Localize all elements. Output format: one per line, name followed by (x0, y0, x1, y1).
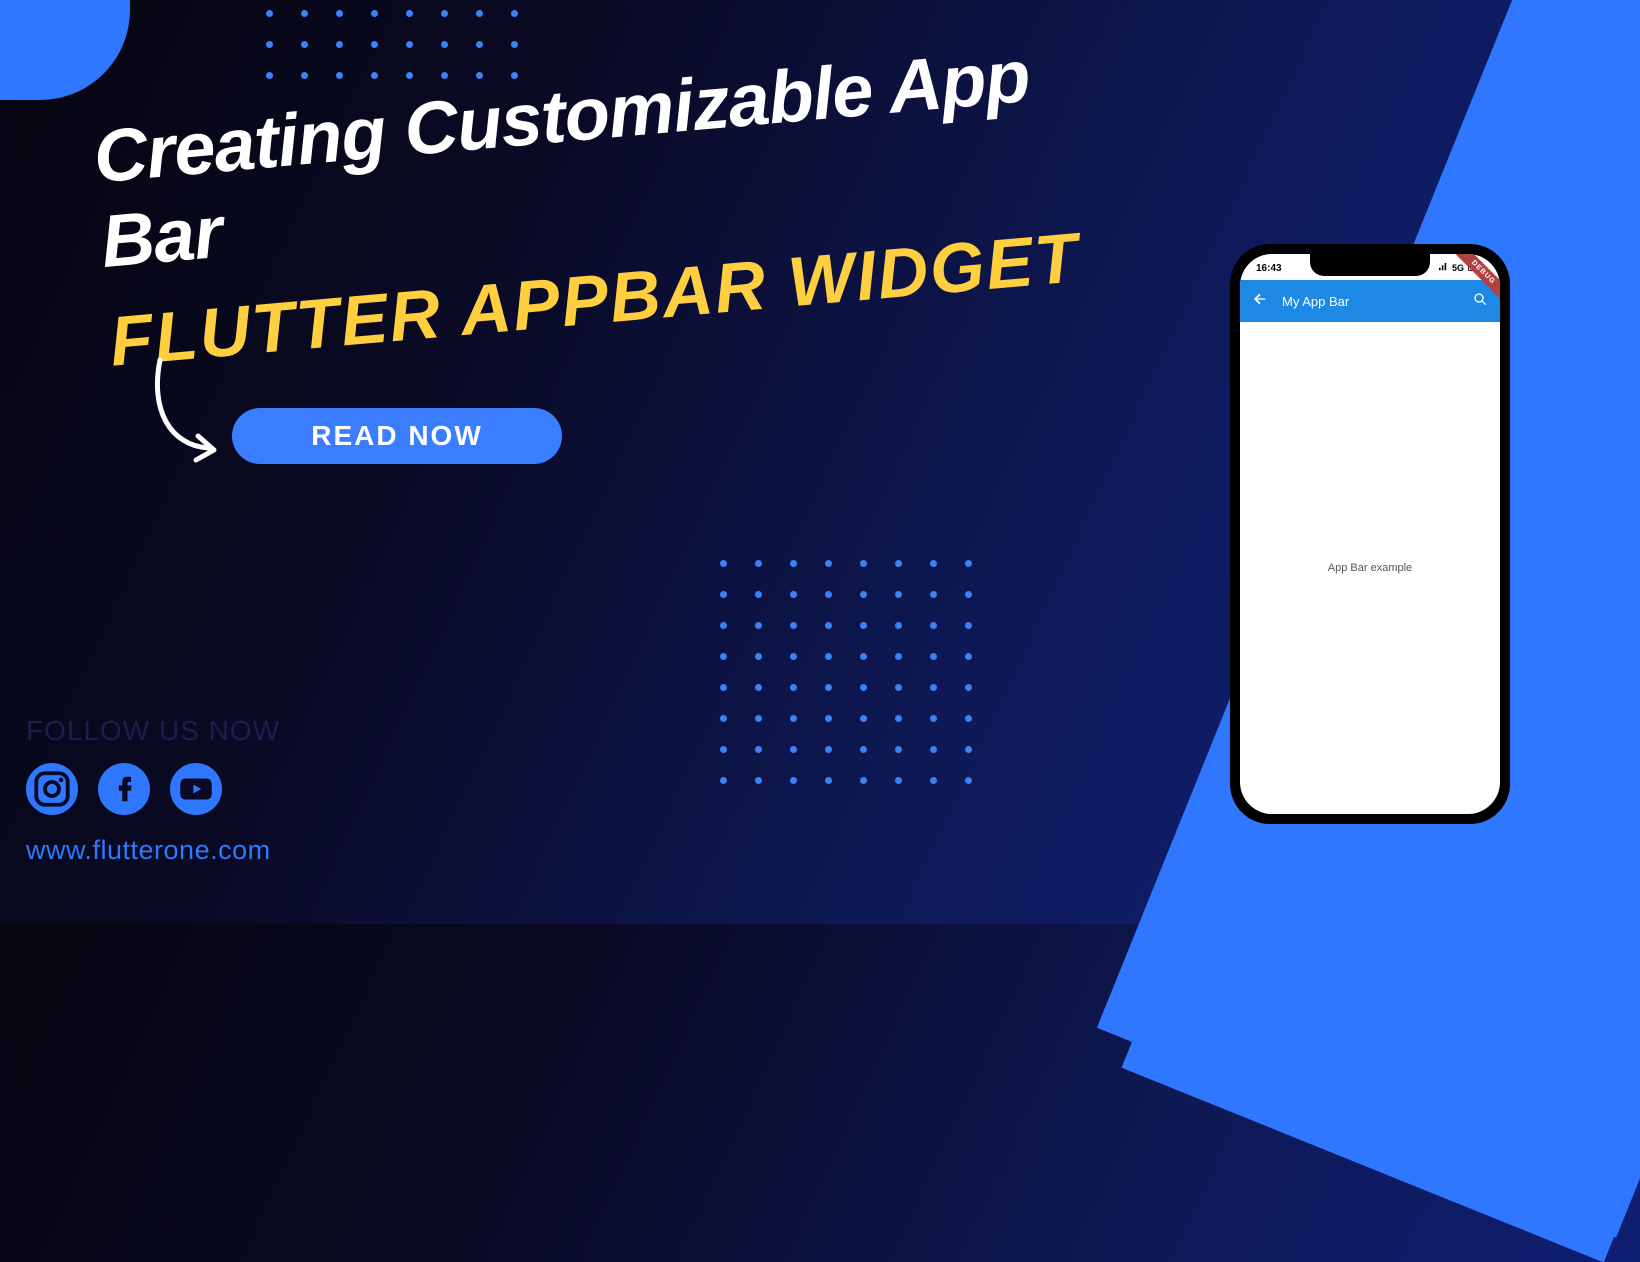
app-bar: My App Bar (1240, 280, 1500, 322)
facebook-icon (103, 768, 145, 810)
site-url[interactable]: www.flutterone.com (26, 835, 280, 866)
corner-blob (0, 0, 130, 100)
instagram-button[interactable] (26, 763, 78, 815)
back-icon[interactable] (1252, 291, 1268, 312)
status-network: 5G (1452, 263, 1464, 273)
headline-block: Creating Customizable App Bar FLUTTER AP… (90, 22, 1169, 381)
phone-body: App Bar example (1240, 322, 1500, 814)
phone-body-text: App Bar example (1328, 562, 1412, 574)
search-icon[interactable] (1472, 291, 1488, 312)
youtube-icon (175, 768, 217, 810)
status-time: 16:43 (1256, 263, 1282, 274)
follow-label: FOLLOW US NOW (26, 715, 280, 747)
read-now-button[interactable]: READ NOW (232, 408, 562, 464)
instagram-icon (31, 768, 73, 810)
dot-grid-mid (720, 560, 972, 784)
footer: FOLLOW US NOW www.flutterone.com (26, 715, 280, 866)
appbar-title: My App Bar (1282, 294, 1458, 309)
phone-mock: 16:43 5G My App Bar DEBUG App Bar exam (1230, 244, 1510, 824)
signal-icon (1438, 263, 1448, 273)
phone-notch (1310, 254, 1430, 276)
cta-label: READ NOW (311, 420, 483, 452)
youtube-button[interactable] (170, 763, 222, 815)
facebook-button[interactable] (98, 763, 150, 815)
phone-screen: 16:43 5G My App Bar DEBUG App Bar exam (1240, 254, 1500, 814)
dot-grid-top (266, 10, 518, 79)
social-row (26, 763, 280, 815)
curved-arrow-icon (140, 350, 250, 470)
